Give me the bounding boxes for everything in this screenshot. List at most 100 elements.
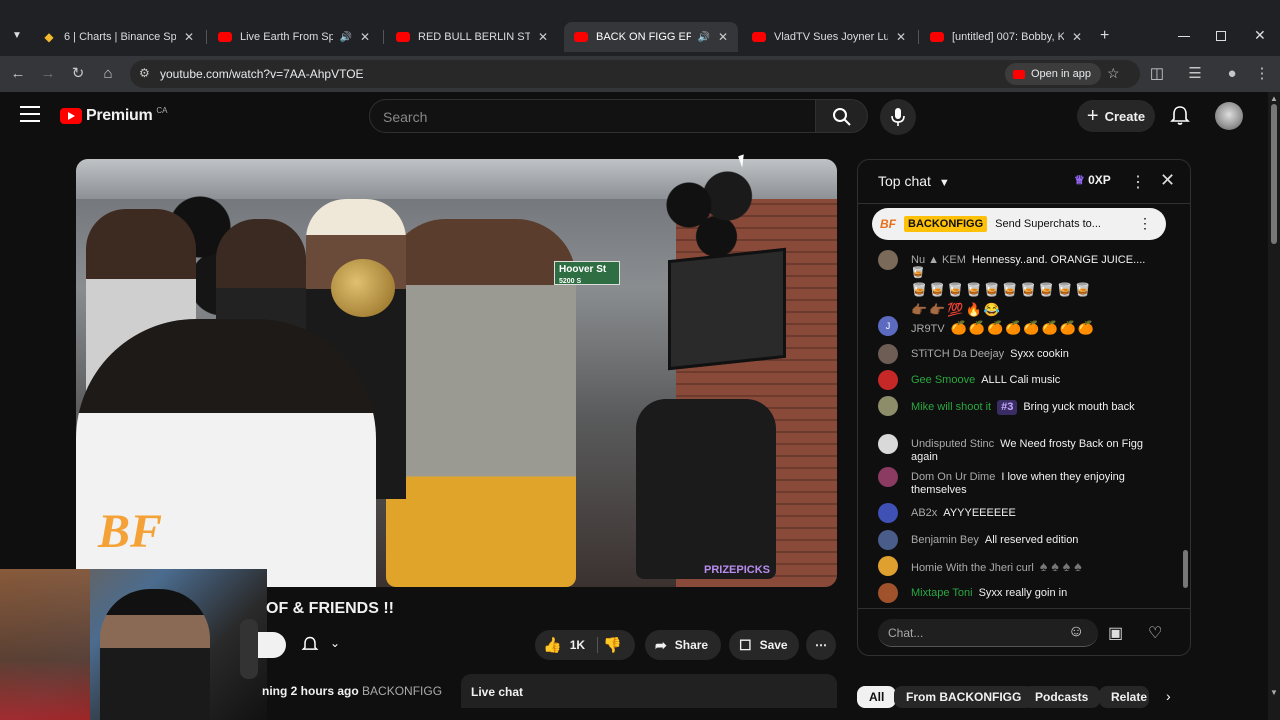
close-tab-icon[interactable]: ✕ — [538, 30, 548, 44]
like-button[interactable]: 👍 1K — [535, 630, 591, 660]
pinned-message[interactable]: BF BACKONFIGG Send Superchats to... ⋮ — [872, 208, 1166, 240]
author-name[interactable]: Homie With the Jheri curl — [911, 562, 1034, 574]
avatar[interactable] — [878, 396, 898, 416]
share-button[interactable]: ➦ Share — [645, 630, 721, 660]
address-bar[interactable]: ⚙ youtube.com/watch?v=7AA-AhpVTOE Open i… — [130, 60, 1140, 88]
avatar[interactable] — [878, 250, 898, 270]
close-tab-icon[interactable]: ✕ — [184, 30, 194, 44]
search-button[interactable] — [816, 99, 868, 133]
avatar[interactable] — [878, 530, 898, 550]
close-chat-icon[interactable]: ✕ — [1160, 170, 1175, 191]
bookmark-icon: ☐ — [739, 636, 752, 653]
close-tab-icon[interactable]: ✕ — [1072, 30, 1082, 44]
chip-from-channel[interactable]: From BACKONFIGG — [894, 686, 1034, 708]
tab-untitled[interactable]: [untitled] 007: Bobby, Kevi ✕ — [920, 22, 1092, 52]
chat-menu-icon[interactable]: ⋮ — [1130, 172, 1146, 192]
minimize-icon[interactable] — [1178, 36, 1190, 37]
author-name[interactable]: Mixtape Toni — [911, 587, 973, 599]
dislike-button[interactable]: 👎 — [603, 630, 635, 660]
new-tab-icon[interactable]: + — [1100, 27, 1109, 45]
avatar[interactable] — [878, 467, 898, 487]
binance-icon: ◆ — [44, 30, 54, 44]
tab-live-earth[interactable]: Live Earth From Space 🔊 ✕ — [208, 22, 380, 52]
home-icon[interactable]: ⌂ — [98, 64, 118, 84]
speaker-icon[interactable]: 🔊 — [697, 32, 709, 43]
heart-icon[interactable]: ♡ — [1148, 623, 1162, 643]
tab-red-bull[interactable]: RED BULL BERLIN STREET ✕ — [386, 22, 558, 52]
scrollbar-thumb[interactable] — [1271, 104, 1277, 244]
street-sign-text: Hoover St — [559, 264, 607, 275]
avatar[interactable] — [878, 370, 898, 390]
site-info-icon[interactable]: ⚙ — [139, 66, 150, 80]
author-name[interactable]: AB2x — [911, 507, 937, 519]
avatar[interactable] — [878, 556, 898, 576]
profile-icon[interactable]: ● — [1222, 64, 1242, 84]
tab-back-on-figg[interactable]: BACK ON FIGG EP: 331 🔊 ✕ — [564, 22, 738, 52]
chat-scrollbar[interactable] — [1183, 550, 1188, 588]
create-button[interactable]: + Create — [1077, 100, 1155, 132]
extensions-icon[interactable]: ◫ — [1147, 64, 1167, 84]
search-input[interactable]: Search — [369, 99, 816, 133]
super-chat-icon[interactable]: ▣ — [1108, 623, 1123, 643]
author-name[interactable]: Undisputed Stinc — [911, 438, 994, 450]
avatar[interactable] — [878, 434, 898, 454]
chip-podcasts[interactable]: Podcasts — [1023, 686, 1101, 708]
chevron-right-icon[interactable]: › — [1166, 688, 1171, 704]
pinned-menu-icon[interactable]: ⋮ — [1138, 215, 1152, 232]
reload-icon[interactable]: ↻ — [68, 64, 88, 84]
crown-icon: ♕ — [1074, 173, 1085, 187]
channel-button[interactable] — [258, 632, 286, 658]
youtube-icon — [574, 32, 588, 42]
chat-input[interactable]: Chat... — [878, 619, 1098, 647]
video-player[interactable]: Hoover St 5200 S BF PRIZEPICKS — [76, 159, 837, 587]
voice-search-button[interactable] — [880, 99, 916, 135]
open-in-app-button[interactable]: Open in app — [1005, 63, 1101, 85]
close-tab-icon[interactable]: ✕ — [896, 30, 906, 44]
author-name[interactable]: Nu ▲ KEM — [911, 254, 966, 266]
tab-vladtv[interactable]: VladTV Sues Joyner Lucas, ✕ — [742, 22, 916, 52]
bookmark-star-icon[interactable]: ☆ — [1107, 65, 1120, 82]
chat-input-bar: Chat... ☺ ▣ ♡ — [858, 608, 1190, 655]
author-name[interactable]: Gee Smoove — [911, 374, 975, 386]
save-button[interactable]: ☐ Save — [729, 630, 799, 660]
page-scrollbar[interactable]: ▲ ▼ — [1268, 92, 1280, 720]
chip-related[interactable]: Relate — [1099, 686, 1149, 708]
avatar[interactable] — [878, 583, 898, 603]
emoji-icon[interactable]: ☺ — [1068, 623, 1084, 641]
speaker-icon[interactable]: 🔊 — [339, 32, 351, 43]
account-avatar[interactable] — [1215, 102, 1243, 130]
chip-all[interactable]: All — [857, 686, 897, 708]
close-tab-icon[interactable]: ✕ — [360, 30, 370, 44]
live-chat-replay-tab[interactable]: Live chat — [461, 674, 837, 708]
chat-message: J JR9TV 🍊🍊🍊🍊🍊🍊🍊🍊 — [878, 316, 1158, 338]
forward-icon[interactable]: → — [38, 64, 58, 84]
menu-icon[interactable] — [20, 106, 40, 122]
close-window-icon[interactable]: ✕ — [1254, 27, 1266, 44]
media-controls-icon[interactable]: ☰ — [1185, 64, 1205, 84]
scroll-down-icon[interactable]: ▼ — [1270, 688, 1278, 697]
notifications-bell-icon[interactable] — [1168, 104, 1192, 128]
browser-menu-icon[interactable]: ⋮ — [1252, 64, 1272, 84]
tab-title: [untitled] 007: Bobby, Kevi — [952, 31, 1064, 43]
author-name[interactable]: STiTCH Da Deejay — [911, 348, 1004, 360]
restore-icon[interactable] — [1216, 31, 1226, 41]
avatar[interactable]: J — [878, 316, 898, 336]
chat-mode-selector[interactable]: Top chat ▼ — [878, 173, 950, 189]
back-icon[interactable]: ← — [8, 64, 28, 84]
avatar[interactable] — [878, 344, 898, 364]
author-name[interactable]: Dom On Ur Dime — [911, 471, 995, 483]
author-name[interactable]: Mike will shoot it — [911, 401, 991, 413]
tab-binance[interactable]: ◆ 6 | Charts | Binance Spot ✕ — [32, 22, 204, 52]
notification-settings-button[interactable]: ⌄ — [294, 632, 354, 658]
more-actions-button[interactable]: ⋯ — [806, 630, 836, 660]
avatar[interactable] — [878, 503, 898, 523]
author-name[interactable]: Benjamin Bey — [911, 534, 979, 546]
xp-badge[interactable]: ♕ 0XP — [1074, 173, 1111, 187]
channel-tag[interactable]: BACKONFIGG — [362, 684, 442, 698]
author-name[interactable]: JR9TV — [911, 323, 945, 335]
tab-title: 6 | Charts | Binance Spot — [64, 31, 176, 43]
scroll-up-icon[interactable]: ▲ — [1270, 94, 1278, 103]
rank-badge: #3 — [997, 400, 1018, 415]
youtube-logo[interactable]: Premium CA — [60, 106, 168, 125]
close-tab-icon[interactable]: ✕ — [718, 30, 728, 44]
